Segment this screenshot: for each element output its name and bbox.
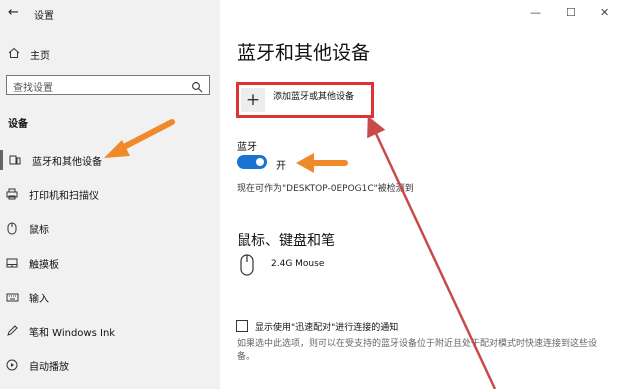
red-arrow: [367, 115, 497, 389]
orange-arrow-sidebar: [104, 119, 175, 158]
annotation-overlay: [104, 115, 497, 389]
orange-arrow-toggle: [296, 153, 348, 173]
